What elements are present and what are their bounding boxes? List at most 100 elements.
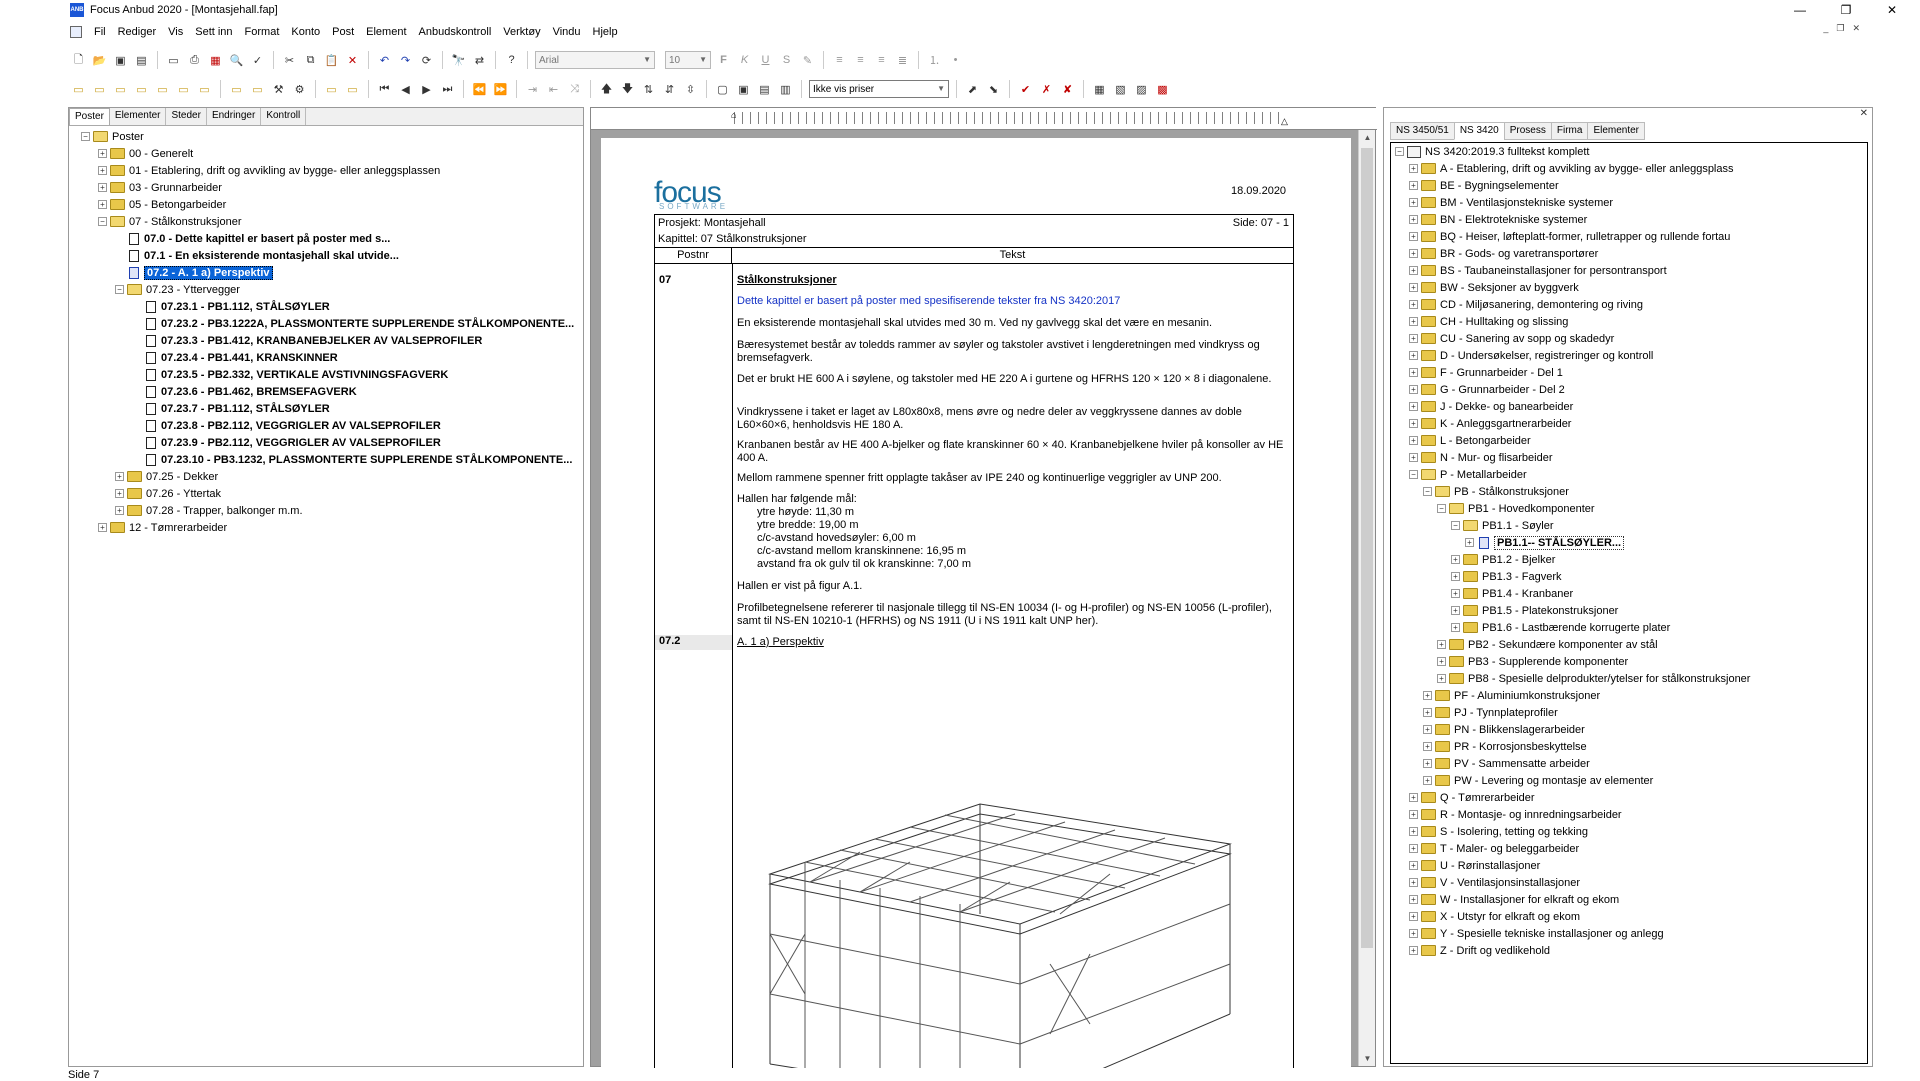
tab-poster[interactable]: Poster — [69, 108, 110, 125]
collapse-icon[interactable]: − — [1437, 504, 1446, 513]
tab-elementer-right[interactable]: Elementer — [1587, 122, 1646, 140]
paragraph[interactable]: Det er brukt HE 600 A i søylene, og taks… — [737, 373, 1287, 386]
tree-item[interactable]: 07.23.8 - PB2.112, VEGGRIGLER AV VALSEPR… — [69, 417, 583, 434]
expand-icon[interactable]: + — [1409, 453, 1418, 462]
menu-verktoy[interactable]: Verktøy — [503, 26, 540, 38]
collapse-icon[interactable]: − — [1423, 487, 1432, 496]
first-icon[interactable]: ⏮ — [376, 81, 393, 98]
expand-icon[interactable]: + — [1451, 606, 1460, 615]
expand-icon[interactable]: + — [1423, 725, 1432, 734]
expand-icon[interactable]: + — [1409, 317, 1418, 326]
expand-icon[interactable]: + — [115, 472, 124, 481]
align-center-icon[interactable]: ≡ — [852, 52, 869, 69]
price-display-select[interactable]: Ikke vis priser ▼ — [809, 80, 949, 98]
undo-icon[interactable]: ↶ — [376, 52, 393, 69]
expand-icon[interactable]: + — [1437, 657, 1446, 666]
tree-item[interactable]: + R - Montasje- og innredningsarbeider — [1391, 806, 1867, 823]
collapse-icon[interactable]: − — [98, 217, 107, 226]
scroll-up-icon[interactable]: ▲ — [1359, 133, 1376, 142]
figure-title[interactable]: A. 1 a) Perspektiv — [737, 636, 1287, 649]
tree-item[interactable]: + PB3 - Supplerende komponenter — [1391, 653, 1867, 670]
expand-icon[interactable]: + — [1423, 691, 1432, 700]
paragraph[interactable]: Hallen er vist på figur A.1. — [737, 580, 1287, 593]
tab-prosess[interactable]: Prosess — [1503, 122, 1552, 140]
document-page[interactable]: focus SOFTWARE 18.09.2020 Prosjekt: Mont… — [601, 138, 1351, 1068]
check-icon[interactable]: ✔ — [1017, 81, 1034, 98]
tree-item[interactable]: + PB1.4 - Kranbaner — [1391, 585, 1867, 602]
tree-item[interactable]: 07.23.2 - PB3.1222A, PLASSMONTERTE SUPPL… — [69, 315, 583, 332]
post-tree[interactable]: − Poster +00 - Generelt +01 - Etablering,… — [69, 128, 583, 1066]
strikethrough-icon[interactable]: S — [778, 52, 795, 69]
dimension-line[interactable]: avstand fra ok gulv til ok kranskinne: 7… — [737, 558, 1287, 571]
tree-item[interactable]: 07.23.10 - PB3.1232, PLASSMONTERTE SUPPL… — [69, 451, 583, 468]
expand-icon[interactable]: + — [1409, 198, 1418, 207]
expand-icon[interactable]: + — [1409, 300, 1418, 309]
tree-item[interactable]: + Z - Drift og vedlikehold — [1391, 942, 1867, 959]
bullet-list-icon[interactable]: • — [947, 52, 964, 69]
expand-icon[interactable]: + — [1409, 215, 1418, 224]
tree-item[interactable]: +05 - Betongarbeider — [69, 196, 583, 213]
paragraph[interactable]: Vindkryssene i taket er laget av L80x80x… — [737, 406, 1287, 432]
move-up-icon[interactable]: 🡅 — [598, 81, 615, 98]
print-preview-icon[interactable]: 🔍 — [228, 52, 245, 69]
tree-item[interactable]: +07.25 - Dekker — [69, 468, 583, 485]
tab-firma[interactable]: Firma — [1550, 122, 1589, 140]
expand-icon[interactable]: + — [1437, 640, 1446, 649]
tree-item[interactable]: + PF - Aluminiumkonstruksjoner — [1391, 687, 1867, 704]
menu-vis[interactable]: Vis — [168, 26, 183, 38]
expand-icon[interactable]: + — [1451, 572, 1460, 581]
copy-icon[interactable]: ⧉ — [302, 52, 319, 69]
tree-item[interactable]: + Y - Spesielle tekniske installasjoner o… — [1391, 925, 1867, 942]
expand-icon[interactable]: + — [98, 149, 107, 158]
tools-icon[interactable]: ⚒ — [270, 81, 287, 98]
document-scrollbar[interactable]: ▲ ▼ — [1358, 130, 1375, 1066]
italic-icon[interactable]: K — [736, 52, 753, 69]
expand-icon[interactable]: + — [1409, 181, 1418, 190]
indent-icon[interactable]: ⇥ — [524, 81, 541, 98]
tree-item[interactable]: 07.0 - Dette kapittel er basert på poste… — [69, 230, 583, 247]
tree-item[interactable]: + BS - Taubaneinstallasjoner for persontr… — [1391, 262, 1867, 279]
tree-item[interactable]: + PB1.3 - Fagverk — [1391, 568, 1867, 585]
move-down-icon[interactable]: 🡇 — [619, 81, 636, 98]
expand-icon[interactable]: + — [1409, 351, 1418, 360]
expand-icon[interactable]: + — [1451, 589, 1460, 598]
expand-icon[interactable]: + — [1423, 742, 1432, 751]
mdi-minimize-icon[interactable]: _ — [1823, 23, 1828, 34]
tree-item[interactable]: + PB1.5 - Platekonstruksjoner — [1391, 602, 1867, 619]
expand-icon[interactable]: + — [1409, 368, 1418, 377]
tree-item[interactable]: +01 - Etablering, drift og avvikling av … — [69, 162, 583, 179]
tab-kontroll[interactable]: Kontroll — [261, 108, 307, 125]
check-remove-icon[interactable]: ✗ — [1038, 81, 1055, 98]
link-arrow-icon[interactable]: ⬊ — [985, 81, 1002, 98]
new-icon[interactable]: 🗋 — [70, 52, 87, 69]
tab-steder[interactable]: Steder — [166, 108, 207, 125]
view-preview-icon[interactable]: ▥ — [777, 81, 794, 98]
expand-icon[interactable]: + — [98, 200, 107, 209]
expand-icon[interactable]: + — [1409, 402, 1418, 411]
view-document-icon[interactable]: ▤ — [756, 81, 773, 98]
folder-move-icon[interactable]: ▭ — [133, 81, 150, 98]
expand-icon[interactable]: + — [1409, 232, 1418, 241]
justify-icon[interactable]: ≣ — [894, 52, 911, 69]
tree-item[interactable]: − 07 - Stålkonstruksjoner — [69, 213, 583, 230]
expand-icon[interactable]: + — [1409, 793, 1418, 802]
menu-anbudskontroll[interactable]: Anbudskontroll — [419, 26, 492, 38]
menu-post[interactable]: Post — [332, 26, 354, 38]
mark-icon[interactable]: ▦ — [1091, 81, 1108, 98]
tree-item[interactable]: +07.26 - Yttertak — [69, 485, 583, 502]
repeat-icon[interactable]: ⟳ — [418, 52, 435, 69]
expand-icon[interactable]: + — [1409, 912, 1418, 921]
previous-icon[interactable]: ◀ — [397, 81, 414, 98]
save-icon[interactable]: ▣ — [112, 52, 129, 69]
tree-item[interactable]: + BN - Elektrotekniske systemer — [1391, 211, 1867, 228]
tree-item[interactable]: − 07.23 - Yttervegger — [69, 281, 583, 298]
folder-copy-icon[interactable]: ▭ — [112, 81, 129, 98]
menu-konto[interactable]: Konto — [291, 26, 320, 38]
expand-icon[interactable]: + — [98, 166, 107, 175]
mdi-restore-icon[interactable]: ❐ — [1836, 23, 1844, 34]
standards-tree[interactable]: − NS 3420:2019.3 fulltekst komplett + A -… — [1390, 142, 1868, 1064]
redo-icon[interactable]: ↷ — [397, 52, 414, 69]
paragraph[interactable]: Kranbanen består av HE 400 A-bjelker og … — [737, 439, 1287, 465]
mark-down-icon[interactable]: ▧ — [1112, 81, 1129, 98]
collapse-icon[interactable]: − — [81, 132, 90, 141]
